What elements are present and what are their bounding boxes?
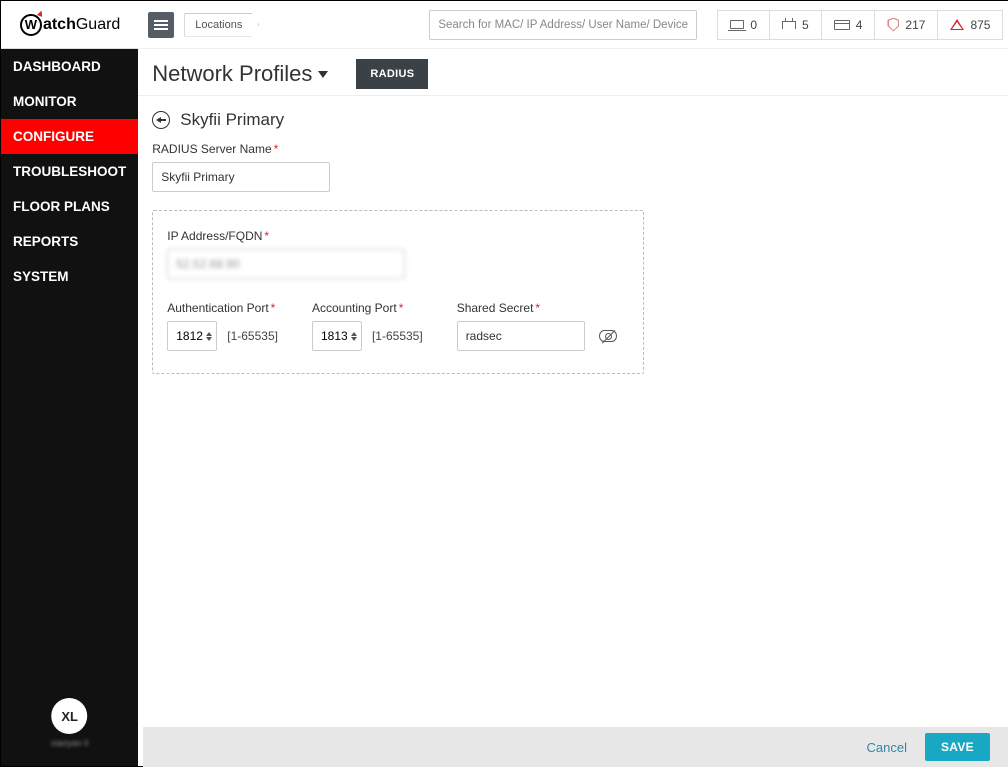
stat-threats-value: 217 <box>905 18 925 32</box>
main-panel: Locations 0 5 4 217 <box>138 1 1008 766</box>
ip-input[interactable] <box>167 249 405 279</box>
user-name-label: xiaoyan li <box>51 738 89 748</box>
footer-bar: Cancel SAVE <box>143 727 1008 767</box>
page-title-text: Network Profiles <box>152 61 312 87</box>
nav-item-configure[interactable]: CONFIGURE <box>1 119 138 154</box>
cancel-button[interactable]: Cancel <box>867 740 907 755</box>
page-title-dropdown[interactable]: Network Profiles <box>152 61 328 87</box>
auth-port-value: 1812 <box>176 329 203 343</box>
acct-port-label: Accounting Port* <box>312 301 423 315</box>
page-header: Network Profiles RADIUS <box>138 49 1008 96</box>
stat-group: 0 5 4 217 875 <box>717 10 1003 40</box>
acct-port-range: [1-65535] <box>372 329 423 343</box>
auth-port-label: Authentication Port* <box>167 301 278 315</box>
field-acct-port: Accounting Port* 1813 [1-65535] <box>312 301 423 351</box>
stat-switches-value: 4 <box>856 18 863 32</box>
acct-port-stepper[interactable] <box>351 332 357 341</box>
eye-slash-icon[interactable] <box>599 330 617 342</box>
stat-threats[interactable]: 217 <box>875 10 938 40</box>
back-button[interactable] <box>152 111 170 129</box>
brand-logo[interactable]: W▴atchGuard <box>1 1 138 49</box>
switch-icon <box>834 20 850 30</box>
stat-clients-value: 0 <box>750 18 757 32</box>
auth-port-range: [1-65535] <box>227 329 278 343</box>
stat-switches[interactable]: 4 <box>822 10 876 40</box>
field-shared-secret: Shared Secret* <box>457 301 617 351</box>
sidebar: W▴atchGuard DASHBOARD MONITOR CONFIGURE … <box>1 1 138 766</box>
profile-name-heading: Skyfii Primary <box>180 110 284 130</box>
form-area: RADIUS Server Name* IP Address/FQDN* Aut… <box>138 142 1008 374</box>
acct-port-input[interactable]: 1813 <box>312 321 362 351</box>
server-name-label: RADIUS Server Name* <box>152 142 1008 156</box>
secret-label: Shared Secret* <box>457 301 617 315</box>
save-button[interactable]: SAVE <box>925 733 990 761</box>
nav-item-reports[interactable]: REPORTS <box>1 224 138 259</box>
nav-item-system[interactable]: SYSTEM <box>1 259 138 294</box>
server-details-box: IP Address/FQDN* Authentication Port* 18… <box>152 210 644 374</box>
stepper-down-icon[interactable] <box>206 337 212 341</box>
logo-icon: W▴ <box>20 14 42 36</box>
field-server-name: RADIUS Server Name* <box>152 142 1008 192</box>
stat-alerts-value: 875 <box>970 18 990 32</box>
acct-port-value: 1813 <box>321 329 348 343</box>
alert-icon <box>950 19 964 30</box>
stat-aps[interactable]: 5 <box>770 10 822 40</box>
stepper-up-icon[interactable] <box>351 332 357 336</box>
auth-port-stepper[interactable] <box>206 332 212 341</box>
server-name-input[interactable] <box>152 162 330 192</box>
stat-aps-value: 5 <box>802 18 809 32</box>
nav-item-troubleshoot[interactable]: TROUBLESHOOT <box>1 154 138 189</box>
auth-port-input[interactable]: 1812 <box>167 321 217 351</box>
menu-toggle-button[interactable] <box>148 12 174 38</box>
field-auth-port: Authentication Port* 1812 [1-65535] <box>167 301 278 351</box>
breadcrumb-locations[interactable]: Locations <box>184 13 259 37</box>
nav: DASHBOARD MONITOR CONFIGURE TROUBLESHOOT… <box>1 49 138 766</box>
subtitle-row: Skyfii Primary <box>138 96 1008 142</box>
field-ip: IP Address/FQDN* <box>167 229 629 279</box>
stepper-down-icon[interactable] <box>351 337 357 341</box>
hamburger-icon <box>154 20 168 30</box>
ap-icon <box>782 21 796 29</box>
shield-icon <box>887 18 899 32</box>
tab-radius[interactable]: RADIUS <box>356 59 428 89</box>
stepper-up-icon[interactable] <box>206 332 212 336</box>
nav-item-dashboard[interactable]: DASHBOARD <box>1 49 138 84</box>
nav-item-monitor[interactable]: MONITOR <box>1 84 138 119</box>
topbar: Locations 0 5 4 217 <box>138 1 1008 49</box>
ports-secret-row: Authentication Port* 1812 [1-65535] <box>167 301 629 351</box>
nav-item-floorplans[interactable]: FLOOR PLANS <box>1 189 138 224</box>
laptop-icon <box>730 20 744 29</box>
chevron-down-icon <box>318 71 328 78</box>
ip-label: IP Address/FQDN* <box>167 229 629 243</box>
secret-input[interactable] <box>457 321 585 351</box>
stat-clients[interactable]: 0 <box>717 10 770 40</box>
stat-alerts[interactable]: 875 <box>938 10 1003 40</box>
search-input[interactable] <box>429 10 697 40</box>
user-avatar: XL <box>52 698 88 734</box>
user-badge[interactable]: XL xiaoyan li <box>51 698 89 748</box>
